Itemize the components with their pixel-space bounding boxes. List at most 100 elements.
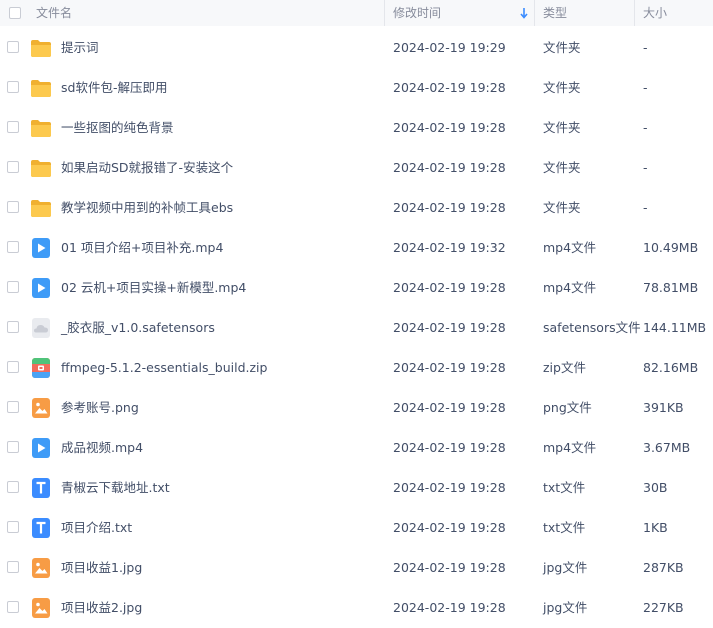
column-divider[interactable] xyxy=(634,0,635,26)
modified-time: 2024-02-19 19:32 xyxy=(393,240,506,255)
modified-time: 2024-02-19 19:28 xyxy=(393,120,506,135)
modified-time: 2024-02-19 19:28 xyxy=(393,200,506,215)
folder-icon xyxy=(30,37,52,59)
file-row[interactable]: 02 云机+项目实操+新模型.mp4 2024-02-19 19:28 mp4文件 7… xyxy=(0,268,713,308)
file-name[interactable]: 青椒云下载地址.txt xyxy=(61,468,170,508)
file-name[interactable]: sd软件包-解压即用 xyxy=(61,68,167,108)
file-type: png文件 xyxy=(543,400,592,415)
file-name[interactable]: 参考账号.png xyxy=(61,388,139,428)
file-name[interactable]: 提示词 xyxy=(61,28,99,68)
file-row[interactable]: 项目收益1.jpg 2024-02-19 19:28 jpg文件 287KB xyxy=(0,548,713,588)
row-checkbox[interactable] xyxy=(7,441,19,453)
modified-time: 2024-02-19 19:28 xyxy=(393,440,506,455)
file-type: safetensors文件 xyxy=(543,320,641,335)
file-row[interactable]: ffmpeg-5.1.2-essentials_build.zip 2024-02… xyxy=(0,348,713,388)
file-name[interactable]: 教学视频中用到的补帧工具ebs xyxy=(61,188,233,228)
file-row[interactable]: 参考账号.png 2024-02-19 19:28 png文件 391KB xyxy=(0,388,713,428)
file-type: mp4文件 xyxy=(543,440,597,455)
file-type: mp4文件 xyxy=(543,240,597,255)
file-name[interactable]: 一些抠图的纯色背景 xyxy=(61,108,174,148)
row-checkbox[interactable] xyxy=(7,361,19,373)
row-checkbox[interactable] xyxy=(7,321,19,333)
row-checkbox[interactable] xyxy=(7,81,19,93)
file-row[interactable]: 一些抠图的纯色背景 2024-02-19 19:28 文件夹 - xyxy=(0,108,713,148)
video-file-icon xyxy=(30,277,52,299)
file-type: zip文件 xyxy=(543,360,586,375)
file-row[interactable]: sd软件包-解压即用 2024-02-19 19:28 文件夹 - xyxy=(0,68,713,108)
row-checkbox[interactable] xyxy=(7,481,19,493)
file-name[interactable]: 01 项目介绍+项目补充.mp4 xyxy=(61,228,223,268)
row-checkbox[interactable] xyxy=(7,201,19,213)
modified-time: 2024-02-19 19:28 xyxy=(393,400,506,415)
folder-icon xyxy=(30,197,52,219)
file-type: jpg文件 xyxy=(543,560,588,575)
column-header-type[interactable]: 类型 xyxy=(543,0,567,26)
file-size: 1KB xyxy=(643,520,668,535)
modified-time: 2024-02-19 19:28 xyxy=(393,80,506,95)
file-type: 文件夹 xyxy=(543,200,581,215)
file-row[interactable]: 提示词 2024-02-19 19:29 文件夹 - xyxy=(0,28,713,68)
file-row[interactable]: 成品视频.mp4 2024-02-19 19:28 mp4文件 3.67MB xyxy=(0,428,713,468)
file-type: 文件夹 xyxy=(543,160,581,175)
modified-time: 2024-02-19 19:28 xyxy=(393,320,506,335)
column-divider[interactable] xyxy=(384,0,385,26)
folder-icon xyxy=(30,157,52,179)
row-checkbox[interactable] xyxy=(7,121,19,133)
file-size: 30B xyxy=(643,480,668,495)
row-checkbox[interactable] xyxy=(7,601,19,613)
file-size: - xyxy=(643,200,648,215)
column-header-time[interactable]: 修改时间 xyxy=(393,0,441,26)
file-size: 144.11MB xyxy=(643,320,707,335)
row-checkbox[interactable] xyxy=(7,521,19,533)
column-header-name[interactable]: 文件名 xyxy=(36,0,72,26)
text-file-icon xyxy=(30,477,52,499)
modified-time: 2024-02-19 19:28 xyxy=(393,480,506,495)
file-size: - xyxy=(643,40,648,55)
file-name[interactable]: 项目收益1.jpg xyxy=(61,548,142,588)
modified-time: 2024-02-19 19:28 xyxy=(393,560,506,575)
file-size: 391KB xyxy=(643,400,684,415)
column-header-size[interactable]: 大小 xyxy=(643,0,667,26)
file-name[interactable]: _胶衣服_v1.0.safetensors xyxy=(61,308,215,348)
file-size: - xyxy=(643,120,648,135)
file-type: txt文件 xyxy=(543,480,586,495)
file-type: txt文件 xyxy=(543,520,586,535)
file-name[interactable]: 成品视频.mp4 xyxy=(61,428,143,468)
modified-time: 2024-02-19 19:28 xyxy=(393,360,506,375)
file-row[interactable]: 项目收益2.jpg 2024-02-19 19:28 jpg文件 227KB xyxy=(0,588,713,628)
file-name[interactable]: 02 云机+项目实操+新模型.mp4 xyxy=(61,268,246,308)
file-size: 10.49MB xyxy=(643,240,699,255)
file-name[interactable]: ffmpeg-5.1.2-essentials_build.zip xyxy=(61,348,267,388)
video-file-icon xyxy=(30,437,52,459)
file-size: 287KB xyxy=(643,560,684,575)
file-row[interactable]: 青椒云下载地址.txt 2024-02-19 19:28 txt文件 30B xyxy=(0,468,713,508)
row-checkbox[interactable] xyxy=(7,41,19,53)
file-type: 文件夹 xyxy=(543,80,581,95)
file-type: mp4文件 xyxy=(543,280,597,295)
file-row[interactable]: 01 项目介绍+项目补充.mp4 2024-02-19 19:32 mp4文件 10.… xyxy=(0,228,713,268)
file-size: - xyxy=(643,80,648,95)
file-row[interactable]: _胶衣服_v1.0.safetensors 2024-02-19 19:28 saf… xyxy=(0,308,713,348)
file-row[interactable]: 教学视频中用到的补帧工具ebs 2024-02-19 19:28 文件夹 - xyxy=(0,188,713,228)
file-list-header: 文件名 修改时间 类型 大小 xyxy=(0,0,713,26)
file-size: 3.67MB xyxy=(643,440,691,455)
file-name[interactable]: 项目介绍.txt xyxy=(61,508,132,548)
file-name[interactable]: 如果启动SD就报错了-安装这个 xyxy=(61,148,233,188)
unknown-file-icon xyxy=(30,317,52,339)
row-checkbox[interactable] xyxy=(7,161,19,173)
file-row[interactable]: 项目介绍.txt 2024-02-19 19:28 txt文件 1KB xyxy=(0,508,713,548)
file-row[interactable]: 如果启动SD就报错了-安装这个 2024-02-19 19:28 文件夹 - xyxy=(0,148,713,188)
row-checkbox[interactable] xyxy=(7,281,19,293)
file-name[interactable]: 项目收益2.jpg xyxy=(61,588,142,628)
modified-time: 2024-02-19 19:28 xyxy=(393,160,506,175)
image-file-icon xyxy=(30,397,52,419)
modified-time: 2024-02-19 19:28 xyxy=(393,520,506,535)
video-file-icon xyxy=(30,237,52,259)
row-checkbox[interactable] xyxy=(7,561,19,573)
row-checkbox[interactable] xyxy=(7,241,19,253)
folder-icon xyxy=(30,77,52,99)
arrow-down-icon[interactable] xyxy=(519,6,529,20)
column-divider[interactable] xyxy=(534,0,535,26)
row-checkbox[interactable] xyxy=(7,401,19,413)
modified-time: 2024-02-19 19:28 xyxy=(393,600,506,615)
